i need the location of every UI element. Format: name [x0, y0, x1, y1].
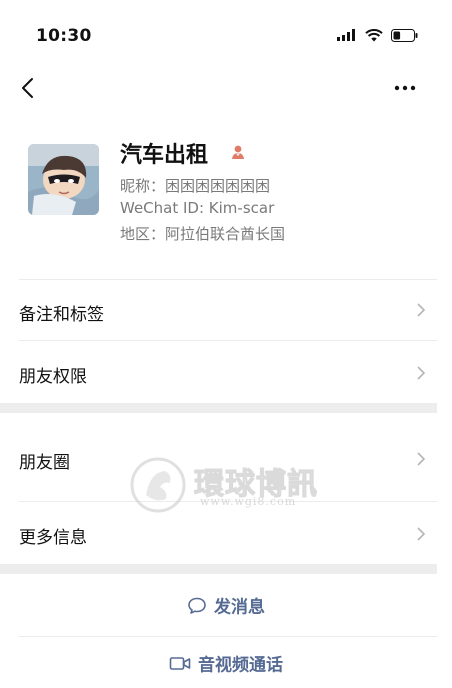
section-gap [0, 403, 437, 413]
chevron-right-icon [417, 527, 426, 541]
region-text: 地区：阿拉伯联合酋长国 [120, 225, 286, 243]
female-icon [232, 145, 244, 159]
menu-row-friend-permissions[interactable]: 朋友权限 [0, 341, 452, 403]
status-icons [337, 28, 418, 42]
wechat-id-text: WeChat ID: Kim-scar [120, 199, 275, 217]
watermark: 環球博訊 www.wgi8.com [128, 455, 328, 519]
battery-icon [391, 28, 418, 42]
status-time: 10:30 [36, 26, 92, 46]
more-options-icon[interactable] [392, 76, 418, 100]
divider [19, 636, 437, 637]
wifi-icon [365, 28, 383, 41]
send-message-button[interactable]: 发消息 [0, 575, 452, 635]
nav-bar [0, 68, 452, 108]
watermark-logo-icon [130, 457, 186, 513]
chat-bubble-icon [188, 597, 206, 614]
notes-tags-label: 备注和标签 [19, 305, 104, 325]
nickname-text: 昵称：困困困困困困困 [120, 177, 271, 195]
status-bar: 10:30 [0, 0, 452, 68]
menu-row-notes-tags[interactable]: 备注和标签 [0, 280, 452, 340]
watermark-url: www.wgi8.com [200, 495, 297, 508]
voice-video-call-label: 音视频通话 [198, 655, 283, 676]
chevron-right-icon [417, 303, 426, 317]
profile-header: 汽车出租 昵称：困困困困困困困 WeChat ID: Kim-scar 地区：阿… [0, 125, 452, 275]
friend-permissions-label: 朋友权限 [19, 367, 87, 387]
voice-video-call-button[interactable]: 音视频通话 [0, 638, 452, 688]
moments-label: 朋友圈 [19, 453, 70, 473]
contact-display-name: 汽车出租 [120, 143, 209, 168]
more-info-label: 更多信息 [19, 528, 87, 548]
video-camera-icon [169, 656, 191, 670]
send-message-label: 发消息 [214, 597, 265, 618]
avatar-image [28, 144, 99, 215]
avatar[interactable] [28, 144, 99, 215]
chevron-right-icon [417, 452, 426, 466]
section-gap [0, 564, 437, 574]
back-icon[interactable] [18, 74, 42, 102]
signal-icon [337, 29, 355, 41]
chevron-right-icon [417, 366, 426, 380]
